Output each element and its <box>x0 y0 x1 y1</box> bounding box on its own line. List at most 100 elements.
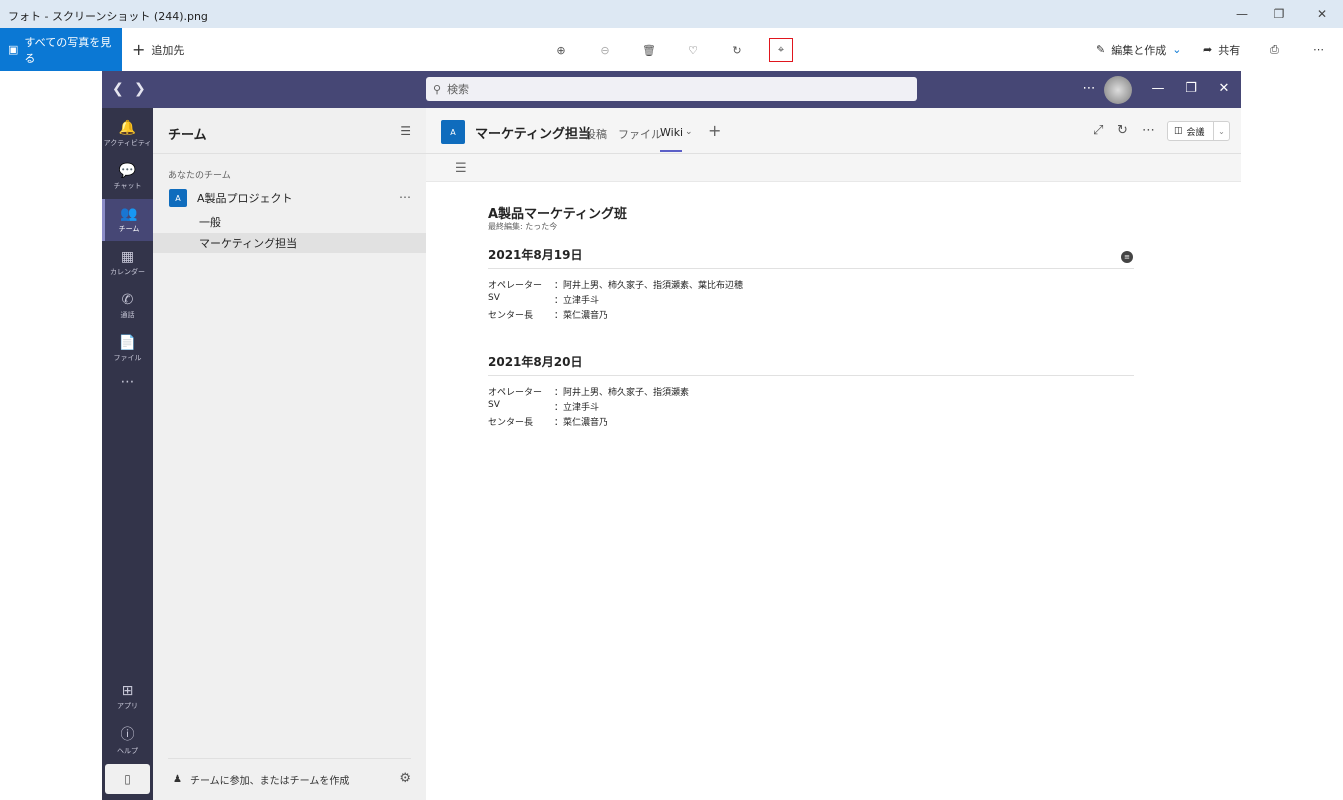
channel-label: マーケティング担当 <box>199 237 298 250</box>
rail-item-apps[interactable]: ⊞ アプリ <box>102 676 153 718</box>
wiki-row: SV ：立津手斗 <box>488 400 599 413</box>
rail-label: チャット <box>113 182 142 190</box>
help-icon: ⓘ <box>120 727 135 743</box>
teams-window: ❮ ❯ ⚲ 検索 ⋯ — ❐ ✕ 🔔 アクティビティ 💬 チャット 👥 チーム … <box>102 71 1241 800</box>
print-icon: ⎙ <box>1270 42 1279 56</box>
mobile-icon: ▯ <box>124 772 131 786</box>
crop-icon[interactable]: ⌖ <box>769 38 793 62</box>
gear-icon[interactable]: ⚙ <box>399 771 411 786</box>
favorite-icon[interactable]: ♡ <box>681 38 705 62</box>
filter-icon[interactable]: ☰ <box>400 124 411 138</box>
section-label: あなたのチーム <box>168 171 231 181</box>
wiki-section-title: 2021年8月19日 <box>488 248 583 262</box>
more-icon: ⋯ <box>1313 43 1324 56</box>
print-button[interactable]: ⎙ <box>1270 28 1279 71</box>
team-more-icon[interactable]: ⋯ <box>399 190 411 204</box>
add-tab-icon[interactable]: + <box>708 121 721 140</box>
rail-item-calls[interactable]: ✆ 通話 <box>102 285 153 327</box>
wiki-row-key: センター長 <box>488 418 534 428</box>
more-icon[interactable]: ⋯ <box>1142 123 1155 138</box>
wiki-row: センター長 ：菜仁濃音乃 <box>488 415 608 428</box>
chevron-down-icon[interactable]: ⌄ <box>1213 122 1229 140</box>
comment-icon[interactable]: ≡ <box>1121 251 1133 263</box>
window-title: フォト - スクリーンショット (244).png <box>8 10 208 23</box>
rotate-icon[interactable]: ↻ <box>725 38 749 62</box>
tab-wiki[interactable]: Wiki <box>660 126 683 139</box>
rail-item-more[interactable]: ⋯ <box>102 361 153 403</box>
tab-files[interactable]: ファイル <box>618 126 662 142</box>
more-icon[interactable]: ⋯ <box>1079 81 1099 96</box>
zoom-out-icon[interactable]: ⊖ <box>593 38 617 62</box>
close-icon[interactable]: ✕ <box>1214 81 1234 96</box>
rail-item-chat[interactable]: 💬 チャット <box>102 156 153 198</box>
wiki-row: センター長 ：菜仁濃音乃 <box>488 308 608 321</box>
wiki-row-key: センター長 <box>488 311 534 321</box>
more-options-button[interactable]: ⋯ <box>1313 28 1324 71</box>
expand-icon[interactable]: ⤢ <box>1093 123 1103 138</box>
avatar[interactable] <box>1104 76 1132 104</box>
wiki-last-edited: 最終編集: たった今 <box>488 222 558 231</box>
all-photos-label: すべての写真を見る <box>24 35 112 65</box>
delete-icon[interactable]: 🗑 <box>637 38 661 62</box>
rail-item-activity[interactable]: 🔔 アクティビティ <box>102 113 153 155</box>
restore-icon[interactable]: ❐ <box>1181 81 1201 96</box>
photos-toolbar: ▣ すべての写真を見る + 追加先 ⊕ ⊖ 🗑 ♡ ↻ ⌖ ✎ 編集と作成 ⌄ … <box>0 28 1343 71</box>
chevron-down-icon[interactable]: ⌄ <box>685 127 693 137</box>
tab-posts[interactable]: 投稿 <box>585 126 607 142</box>
add-to-label: 追加先 <box>151 43 185 57</box>
teams-icon: 👥 <box>120 206 138 222</box>
refresh-icon[interactable]: ↻ <box>1117 123 1128 138</box>
team-item[interactable]: A A製品プロジェクト ⋯ <box>153 186 426 210</box>
search-placeholder: 検索 <box>447 83 470 96</box>
channel-item-marketing[interactable]: マーケティング担当 <box>153 233 426 253</box>
mobile-download-button[interactable]: ▯ <box>105 764 150 794</box>
section-divider <box>488 268 1134 269</box>
photo-icon: ▣ <box>8 43 19 56</box>
hamburger-menu-icon[interactable]: ☰ <box>455 161 467 176</box>
rail-label: チーム <box>118 225 140 233</box>
wiki-row-key: SV <box>488 400 500 410</box>
edit-create-label: 編集と作成 <box>1111 43 1167 57</box>
wiki-row-value: ：阿井上男、柿久家子、指須瀬素、葉比布辺穂 <box>554 281 744 291</box>
minimize-button[interactable]: — <box>1227 4 1257 24</box>
divider <box>153 153 426 154</box>
channel-label: 一般 <box>199 216 221 229</box>
share-label: 共有 <box>1218 43 1241 57</box>
channel-title: マーケティング担当 <box>475 127 591 142</box>
wiki-row: SV ：立津手斗 <box>488 293 599 306</box>
add-to-button[interactable]: + 追加先 <box>132 28 184 71</box>
video-icon: ◫ <box>1174 126 1183 136</box>
rail-item-calendar[interactable]: ▦ カレンダー <box>102 242 153 284</box>
team-list-panel: チーム ☰ あなたのチーム A A製品プロジェクト ⋯ 一般 マーケティング担当… <box>153 108 426 800</box>
forward-arrow-icon[interactable]: ❯ <box>134 81 146 97</box>
divider <box>168 758 411 759</box>
rail-label: 通話 <box>120 311 135 319</box>
rail-item-teams[interactable]: 👥 チーム <box>102 199 153 241</box>
share-button[interactable]: ➦ 共有 <box>1203 28 1240 71</box>
close-button[interactable]: ✕ <box>1307 4 1337 24</box>
section-divider <box>488 375 1134 376</box>
meeting-button[interactable]: ◫ 会議 ⌄ <box>1167 121 1230 141</box>
more-icon: ⋯ <box>120 374 135 390</box>
join-create-team-button[interactable]: ♟ チームに参加、またはチームを作成 <box>173 772 349 787</box>
rail-item-help[interactable]: ⓘ ヘルプ <box>102 719 153 761</box>
chevron-down-icon: ⌄ <box>1172 43 1182 56</box>
all-photos-button[interactable]: ▣ すべての写真を見る <box>0 28 122 71</box>
channel-header: A マーケティング担当 投稿 ファイル Wiki ⌄ + ⤢ ↻ ⋯ ◫ 会議 … <box>426 108 1241 154</box>
app-rail: 🔔 アクティビティ 💬 チャット 👥 チーム ▦ カレンダー ✆ 通話 📄 ファ… <box>102 108 153 800</box>
apps-icon: ⊞ <box>121 683 134 699</box>
channel-item-general[interactable]: 一般 <box>153 212 426 232</box>
join-team-icon: ♟ <box>173 774 182 785</box>
back-arrow-icon[interactable]: ❮ <box>112 81 124 97</box>
wiki-page-title: A製品マーケティング班 <box>488 207 628 222</box>
team-badge: A <box>169 189 187 207</box>
minimize-icon[interactable]: — <box>1148 81 1168 96</box>
wiki-row-value: ：立津手斗 <box>554 403 600 413</box>
channel-badge: A <box>441 120 465 144</box>
zoom-in-icon[interactable]: ⊕ <box>549 38 573 62</box>
team-name: A製品プロジェクト <box>197 192 293 205</box>
phone-icon: ✆ <box>121 292 134 308</box>
search-input[interactable]: ⚲ 検索 <box>426 77 917 101</box>
edit-create-button[interactable]: ✎ 編集と作成 ⌄ <box>1096 28 1181 71</box>
restore-button[interactable]: ❐ <box>1264 4 1294 24</box>
